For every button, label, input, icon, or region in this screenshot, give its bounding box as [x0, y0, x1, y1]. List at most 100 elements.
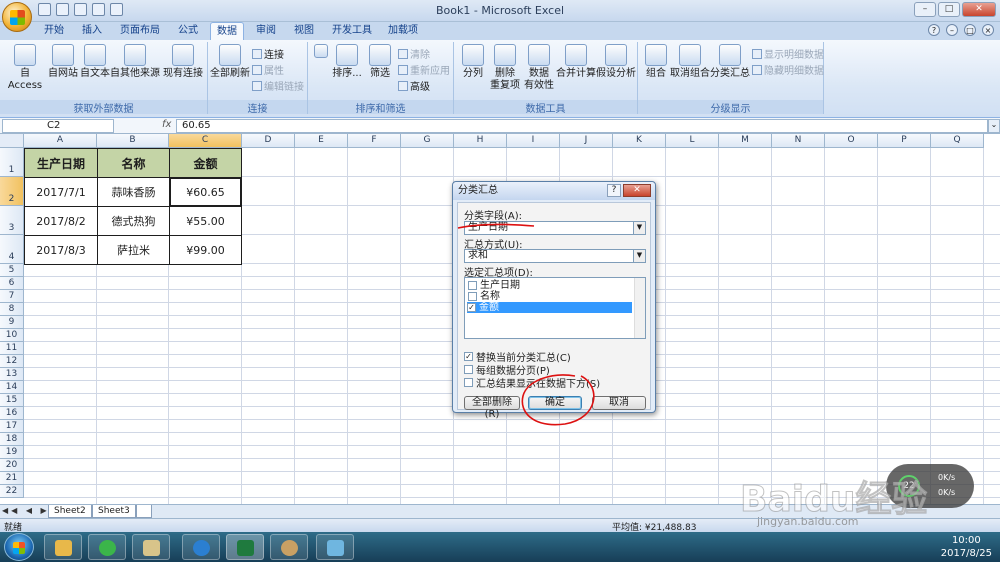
help-icon[interactable]: ?: [607, 184, 621, 197]
column-header[interactable]: L: [666, 134, 719, 148]
checkbox-checked[interactable]: ✓: [467, 303, 476, 312]
tab-formulas[interactable]: 公式: [172, 22, 204, 40]
data-validation-button[interactable]: 数据 有效性: [522, 44, 556, 92]
remove-duplicates-button[interactable]: 删除 重复项: [488, 44, 522, 92]
row-header[interactable]: 4: [0, 235, 24, 264]
reapply-button[interactable]: 重新应用: [398, 62, 450, 77]
minimize-button[interactable]: –: [914, 2, 936, 17]
sheet-tab[interactable]: Sheet3: [92, 505, 136, 518]
connections-button[interactable]: 连接: [252, 46, 284, 61]
list-item[interactable]: 生产日期: [468, 280, 520, 291]
taskbar-paint-button[interactable]: [270, 534, 308, 560]
expand-formula-icon[interactable]: ⌄: [988, 119, 1000, 133]
column-header[interactable]: O: [825, 134, 878, 148]
sort-az-button[interactable]: [312, 44, 330, 60]
group-button[interactable]: 组合: [642, 44, 670, 80]
checkbox[interactable]: [468, 292, 477, 301]
existing-connections-button[interactable]: 现有连接: [162, 44, 204, 80]
row-header[interactable]: 12: [0, 355, 24, 368]
column-header[interactable]: G: [401, 134, 454, 148]
row-header[interactable]: 9: [0, 316, 24, 329]
refresh-all-button[interactable]: 全部刷新: [210, 44, 250, 80]
taskbar-folder-button[interactable]: [44, 534, 82, 560]
column-header[interactable]: M: [719, 134, 772, 148]
row-header[interactable]: 19: [0, 446, 24, 459]
column-header[interactable]: D: [242, 134, 295, 148]
table-cell[interactable]: 萨拉米: [97, 235, 170, 265]
sheet-tab[interactable]: Sheet2: [48, 505, 92, 518]
workbook-close-icon[interactable]: ×: [982, 24, 994, 36]
taskbar-excel-button[interactable]: [226, 534, 264, 560]
from-text-button[interactable]: 自文本: [80, 44, 110, 80]
consolidate-button[interactable]: 合并计算: [556, 44, 596, 80]
ribbon-restore-icon[interactable]: □: [964, 24, 976, 36]
row-header[interactable]: 7: [0, 290, 24, 303]
row-header[interactable]: 14: [0, 381, 24, 394]
column-header[interactable]: Q: [931, 134, 984, 148]
remove-all-button[interactable]: 全部删除(R): [464, 396, 520, 420]
list-item-selected[interactable]: ✓ 金额: [467, 302, 632, 313]
column-header[interactable]: C: [169, 134, 242, 148]
table-header-date[interactable]: 生产日期: [24, 148, 98, 178]
row-header[interactable]: 6: [0, 277, 24, 290]
subtotal-button[interactable]: 分类汇总: [710, 44, 750, 80]
filter-button[interactable]: 筛选: [366, 44, 394, 80]
row-header[interactable]: 11: [0, 342, 24, 355]
table-header-name[interactable]: 名称: [97, 148, 170, 178]
column-header[interactable]: A: [24, 134, 97, 148]
checkbox[interactable]: [464, 378, 473, 387]
ungroup-button[interactable]: 取消组合: [670, 44, 710, 80]
tab-addins[interactable]: 加载项: [382, 22, 424, 40]
hide-detail-button[interactable]: 隐藏明细数据: [752, 62, 824, 77]
column-header[interactable]: B: [97, 134, 169, 148]
table-cell[interactable]: 2017/8/3: [24, 235, 98, 265]
insert-sheet-icon[interactable]: [136, 505, 152, 518]
select-all-corner[interactable]: [0, 134, 24, 148]
from-web-button[interactable]: 自网站: [46, 44, 80, 80]
list-scrollbar[interactable]: [634, 278, 645, 338]
tab-data[interactable]: 数据: [210, 22, 244, 40]
taskbar-explorer-button[interactable]: [132, 534, 170, 560]
column-header[interactable]: I: [507, 134, 560, 148]
office-button[interactable]: [2, 2, 32, 32]
text-to-columns-button[interactable]: 分列: [458, 44, 488, 80]
taskbar-wechat-button[interactable]: [88, 534, 126, 560]
column-header[interactable]: E: [295, 134, 348, 148]
from-access-button[interactable]: 自 Access: [4, 44, 46, 92]
row-header[interactable]: 21: [0, 472, 24, 485]
row-header[interactable]: 5: [0, 264, 24, 277]
table-cell[interactable]: ¥99.00: [169, 235, 242, 265]
row-header[interactable]: 15: [0, 394, 24, 407]
column-header[interactable]: J: [560, 134, 613, 148]
column-header[interactable]: P: [878, 134, 931, 148]
checkbox[interactable]: [464, 365, 473, 374]
checkbox-checked[interactable]: ✓: [464, 352, 473, 361]
row-header[interactable]: 18: [0, 433, 24, 446]
close-button[interactable]: ✕: [962, 2, 996, 17]
table-cell[interactable]: 2017/8/2: [24, 206, 98, 236]
show-detail-button[interactable]: 显示明细数据: [752, 46, 824, 61]
name-box[interactable]: C2: [2, 119, 114, 133]
what-if-analysis-button[interactable]: 假设分析: [596, 44, 636, 80]
table-cell[interactable]: 2017/7/1: [24, 177, 98, 207]
column-header[interactable]: N: [772, 134, 825, 148]
selected-cell[interactable]: ¥60.65: [169, 177, 242, 207]
formula-input[interactable]: 60.65: [176, 119, 988, 133]
row-header[interactable]: 8: [0, 303, 24, 316]
ribbon-minimize-icon[interactable]: –: [946, 24, 958, 36]
column-header[interactable]: F: [348, 134, 401, 148]
row-header[interactable]: 17: [0, 420, 24, 433]
column-header[interactable]: K: [613, 134, 666, 148]
list-item[interactable]: 名称: [468, 291, 500, 302]
from-other-sources-button[interactable]: 自其他来源: [110, 44, 160, 80]
sort-button[interactable]: 排序...: [330, 44, 364, 80]
clear-button[interactable]: 清除: [398, 46, 430, 61]
clock[interactable]: 10:00 2017/8/25: [941, 534, 992, 560]
fx-icon[interactable]: fx: [118, 119, 174, 133]
row-header[interactable]: 3: [0, 206, 24, 235]
tab-review[interactable]: 审阅: [250, 22, 282, 40]
table-cell[interactable]: 蒜味香肠: [97, 177, 170, 207]
row-header[interactable]: 10: [0, 329, 24, 342]
start-button[interactable]: [4, 533, 34, 561]
row-header[interactable]: 2: [0, 177, 24, 206]
